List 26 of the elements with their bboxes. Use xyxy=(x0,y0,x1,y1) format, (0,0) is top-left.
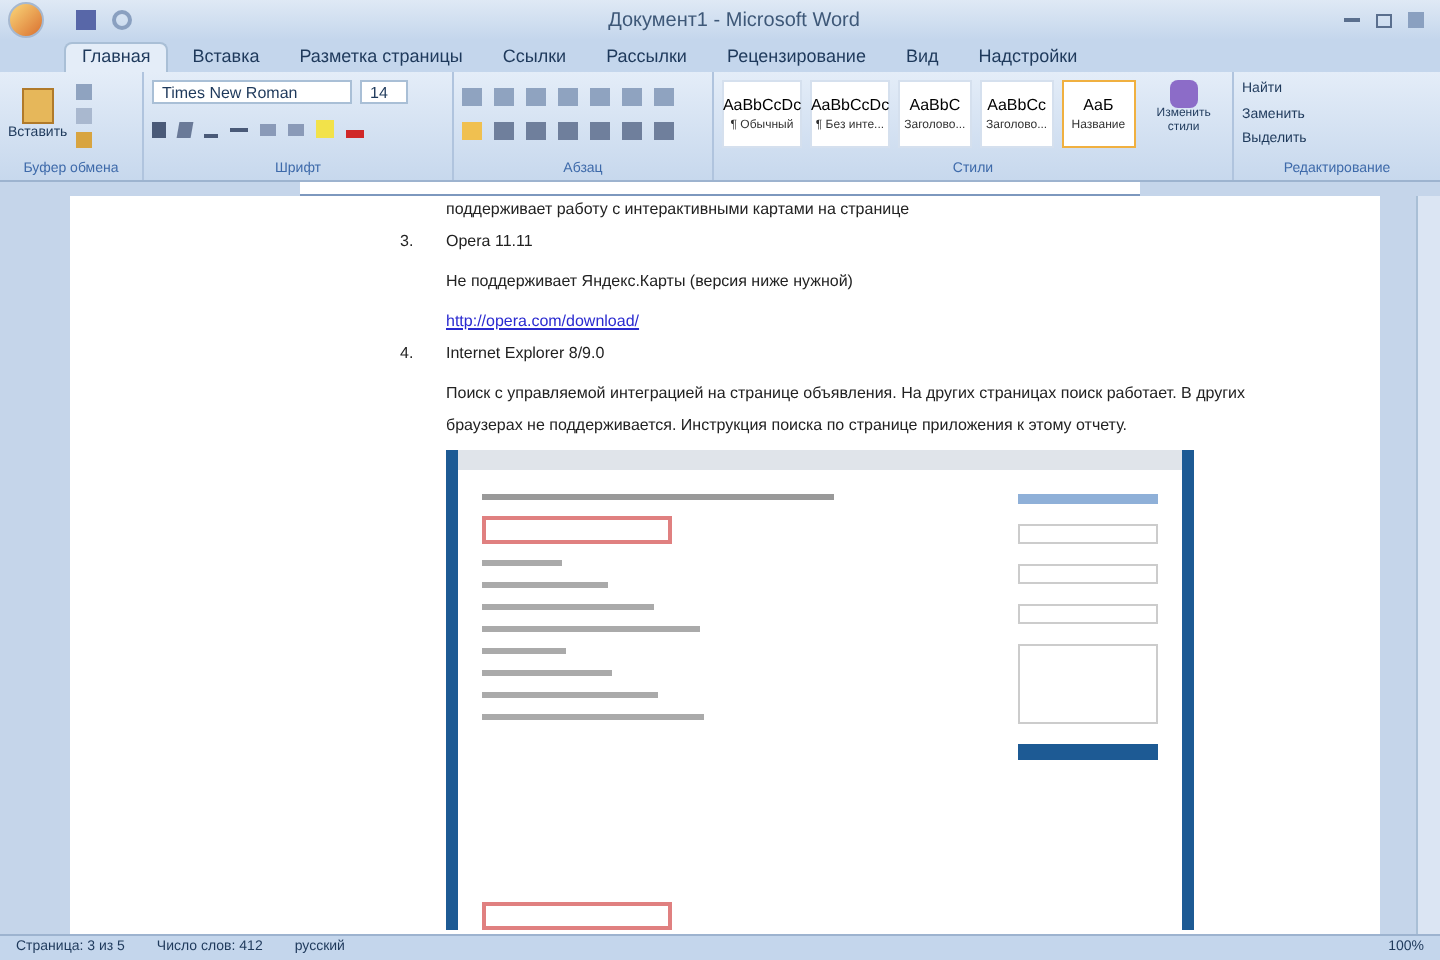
ribbon-tab[interactable]: Надстройки xyxy=(962,42,1094,72)
vertical-scrollbar[interactable] xyxy=(1416,196,1440,934)
window-title: Документ1 - Microsoft Word xyxy=(606,7,862,35)
paragraph: Поиск с управляемой интеграцией на странице объявления. На других страницах поиск работает. В других браузерах не поддерживается. Инструкция поиска по странице приложения к этому отчету. xyxy=(446,382,1247,438)
ribbon-tab[interactable]: Рассылки xyxy=(590,42,703,72)
ribbon-tab[interactable]: Вставка xyxy=(176,42,276,72)
paragraph: поддерживает работу с интерактивными картами на странице xyxy=(446,198,912,222)
list-item-title: Internet Explorer 8/9.0 xyxy=(446,342,607,366)
office-button-icon[interactable] xyxy=(8,2,44,38)
ribbon-tab[interactable]: Рецензирование xyxy=(710,42,882,72)
list-number: 4. xyxy=(400,342,416,366)
list-item-title: Opera 11.11 xyxy=(446,230,535,254)
minimize-icon[interactable] xyxy=(1344,18,1360,22)
save-icon[interactable] xyxy=(76,10,96,30)
ribbon-tab[interactable]: Разметка страницы xyxy=(283,42,479,72)
paragraph: Не поддерживает Яндекс.Карты (версия ниже нужной) xyxy=(446,270,855,294)
font-name-field[interactable]: Times New Roman xyxy=(152,80,352,104)
highlight-icon[interactable] xyxy=(316,120,334,138)
ribbon-tab[interactable]: Вид xyxy=(889,42,955,72)
list-number: 3. xyxy=(400,230,416,254)
maximize-icon[interactable] xyxy=(1376,13,1392,27)
ribbon-tab[interactable]: Ссылки xyxy=(486,42,583,72)
ribbon-tab[interactable]: Главная xyxy=(64,42,169,72)
link[interactable]: http://opera.com/download/ xyxy=(446,310,1260,334)
font-size-field[interactable]: 14 xyxy=(360,80,408,104)
italic-icon[interactable] xyxy=(176,121,194,137)
